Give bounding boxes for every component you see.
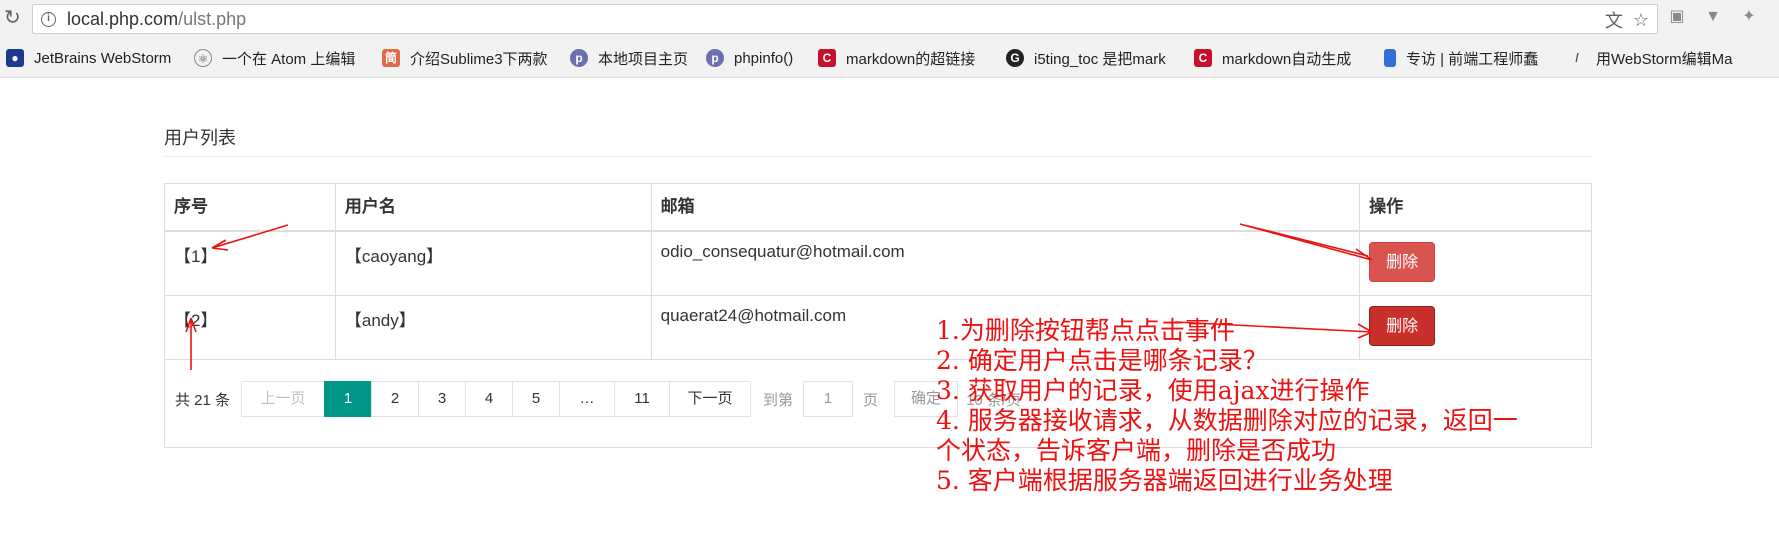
bookmark-label: 一个在 Atom 上编辑 — [222, 50, 356, 68]
bookmark-label: JetBrains WebStorm — [34, 49, 172, 67]
php-elephant-icon: p — [570, 49, 588, 67]
star-icon[interactable]: ☆ — [1633, 10, 1649, 31]
extension-feather-icon[interactable]: ✦ — [1738, 6, 1760, 28]
github-icon: G — [1006, 49, 1024, 67]
annotation-notes: 1.为删除按钮帮点点击事件 2. 确定用户点击是哪条记录？ 3. 获取用户的记录… — [936, 316, 1518, 496]
goto-page-input[interactable]: 1 — [803, 381, 854, 417]
title-divider — [164, 156, 1592, 157]
bookmark-label: i5ting_toc 是把mark — [1034, 50, 1166, 68]
table-header-row: 序号 用户名 邮箱 操作 — [164, 183, 1592, 232]
url-host: local.php.com — [67, 9, 179, 29]
page-button-5[interactable]: 5 — [512, 381, 561, 417]
pagination: 共 21 条 上一页 1 2 3 4 5 … 11 下一页 到第 1 页 确定 … — [175, 381, 1021, 417]
address-bar[interactable]: i local.php.com/ulst.php 文 ☆ — [32, 4, 1658, 34]
goto-label: 到第 — [763, 391, 794, 409]
cell-username: 【andy】 — [334, 294, 652, 360]
cell-id: 【1】 — [164, 230, 336, 296]
bookmark-icon — [1384, 49, 1396, 67]
reload-icon[interactable]: ↻ — [4, 7, 26, 29]
browser-toolbar: ↻ i local.php.com/ulst.php 文 ☆ ▣ ▼ ✦ ☼ — [0, 0, 1779, 38]
extension-vue-icon[interactable]: ▼ — [1702, 6, 1724, 28]
csdn-icon: C — [1194, 49, 1212, 67]
note-line: 5. 客户端根据服务器端返回进行业务处理 — [936, 466, 1393, 495]
bookmark-item[interactable]: 专访 | 前端工程师蠢 — [1384, 48, 1556, 68]
note-line: 4. 服务器接收请求，从数据删除对应的记录，返回一 — [936, 406, 1518, 435]
bookmark-label: 本地项目主页 — [598, 50, 689, 68]
bookmark-label: 用WebStorm编辑Ma — [1596, 50, 1733, 68]
paw-icon: ● — [6, 49, 24, 67]
page-button-11[interactable]: 11 — [614, 381, 671, 417]
csdn-icon: C — [818, 49, 836, 67]
bookmark-item[interactable]: 简 介绍Sublime3下两款 — [382, 48, 554, 68]
bookmark-item[interactable]: p phpinfo() — [706, 48, 810, 68]
page-button-1[interactable]: 1 — [324, 381, 373, 417]
url-path: /ulst.php — [178, 9, 247, 29]
bookmark-item[interactable]: C markdown自动生成 — [1194, 48, 1370, 68]
bookmark-label: markdown的超链接 — [846, 50, 976, 68]
bookmarks-bar: ● JetBrains WebStorm ⚛ 一个在 Atom 上编辑 简 介绍… — [0, 38, 1779, 78]
delete-button[interactable]: 删除 — [1369, 242, 1436, 282]
page-button-2[interactable]: 2 — [371, 381, 420, 417]
pagination-total: 共 21 条 — [175, 391, 231, 409]
header-id: 序号 — [164, 183, 336, 232]
cell-id: 【2】 — [164, 294, 336, 360]
jianshu-icon: 简 — [382, 49, 400, 67]
page-ellipsis: … — [559, 381, 616, 417]
header-action: 操作 — [1359, 183, 1592, 232]
bookmark-item[interactable]: G i5ting_toc 是把mark — [1006, 48, 1184, 68]
bookmark-item[interactable]: / 用WebStorm编辑Ma — [1568, 48, 1746, 68]
note-line: 1.为删除按钮帮点点击事件 — [936, 316, 1235, 345]
header-username: 用户名 — [334, 183, 652, 232]
translate-icon[interactable]: 文 — [1605, 7, 1623, 33]
cell-username: 【caoyang】 — [334, 230, 652, 296]
extension-jetbrains-icon[interactable]: ▣ — [1666, 6, 1688, 28]
note-line: 2. 确定用户点击是哪条记录？ — [936, 346, 1268, 375]
bookmark-item[interactable]: p 本地项目主页 — [570, 48, 692, 68]
page-unit-label: 页 — [863, 391, 879, 409]
bookmark-item[interactable]: ● JetBrains WebStorm — [6, 48, 184, 68]
url-text: local.php.com/ulst.php — [67, 9, 246, 30]
info-icon[interactable]: i — [41, 12, 56, 27]
bookmark-label: markdown自动生成 — [1222, 50, 1352, 68]
cell-email: odio_consequatur@hotmail.com — [650, 230, 1361, 296]
page-title: 用户列表 — [164, 128, 236, 148]
table-row: 【1】 【caoyang】 odio_consequatur@hotmail.c… — [164, 230, 1592, 296]
page-button-4[interactable]: 4 — [465, 381, 514, 417]
bookmark-label: 介绍Sublime3下两款 — [410, 50, 548, 68]
next-page-button[interactable]: 下一页 — [669, 381, 752, 417]
cell-action: 删除 — [1359, 230, 1592, 296]
header-email: 邮箱 — [650, 183, 1361, 232]
bookmark-item[interactable]: ⚛ 一个在 Atom 上编辑 — [194, 48, 366, 68]
note-line: 个状态，告诉客户端，删除是否成功 — [936, 436, 1337, 465]
note-line: 3. 获取用户的记录，使用ajax进行操作 — [936, 376, 1370, 405]
bookmark-label: phpinfo() — [734, 49, 794, 67]
php-elephant-icon: p — [706, 49, 724, 67]
bookmark-item[interactable]: C markdown的超链接 — [818, 48, 994, 68]
extension-misc-icon[interactable]: ☼ — [1774, 6, 1779, 28]
slash-icon: / — [1575, 51, 1579, 65]
page-button-3[interactable]: 3 — [418, 381, 467, 417]
prev-page-button[interactable]: 上一页 — [241, 381, 326, 417]
atom-icon: ⚛ — [194, 49, 212, 67]
bookmark-label: 专访 | 前端工程师蠢 — [1406, 50, 1539, 68]
